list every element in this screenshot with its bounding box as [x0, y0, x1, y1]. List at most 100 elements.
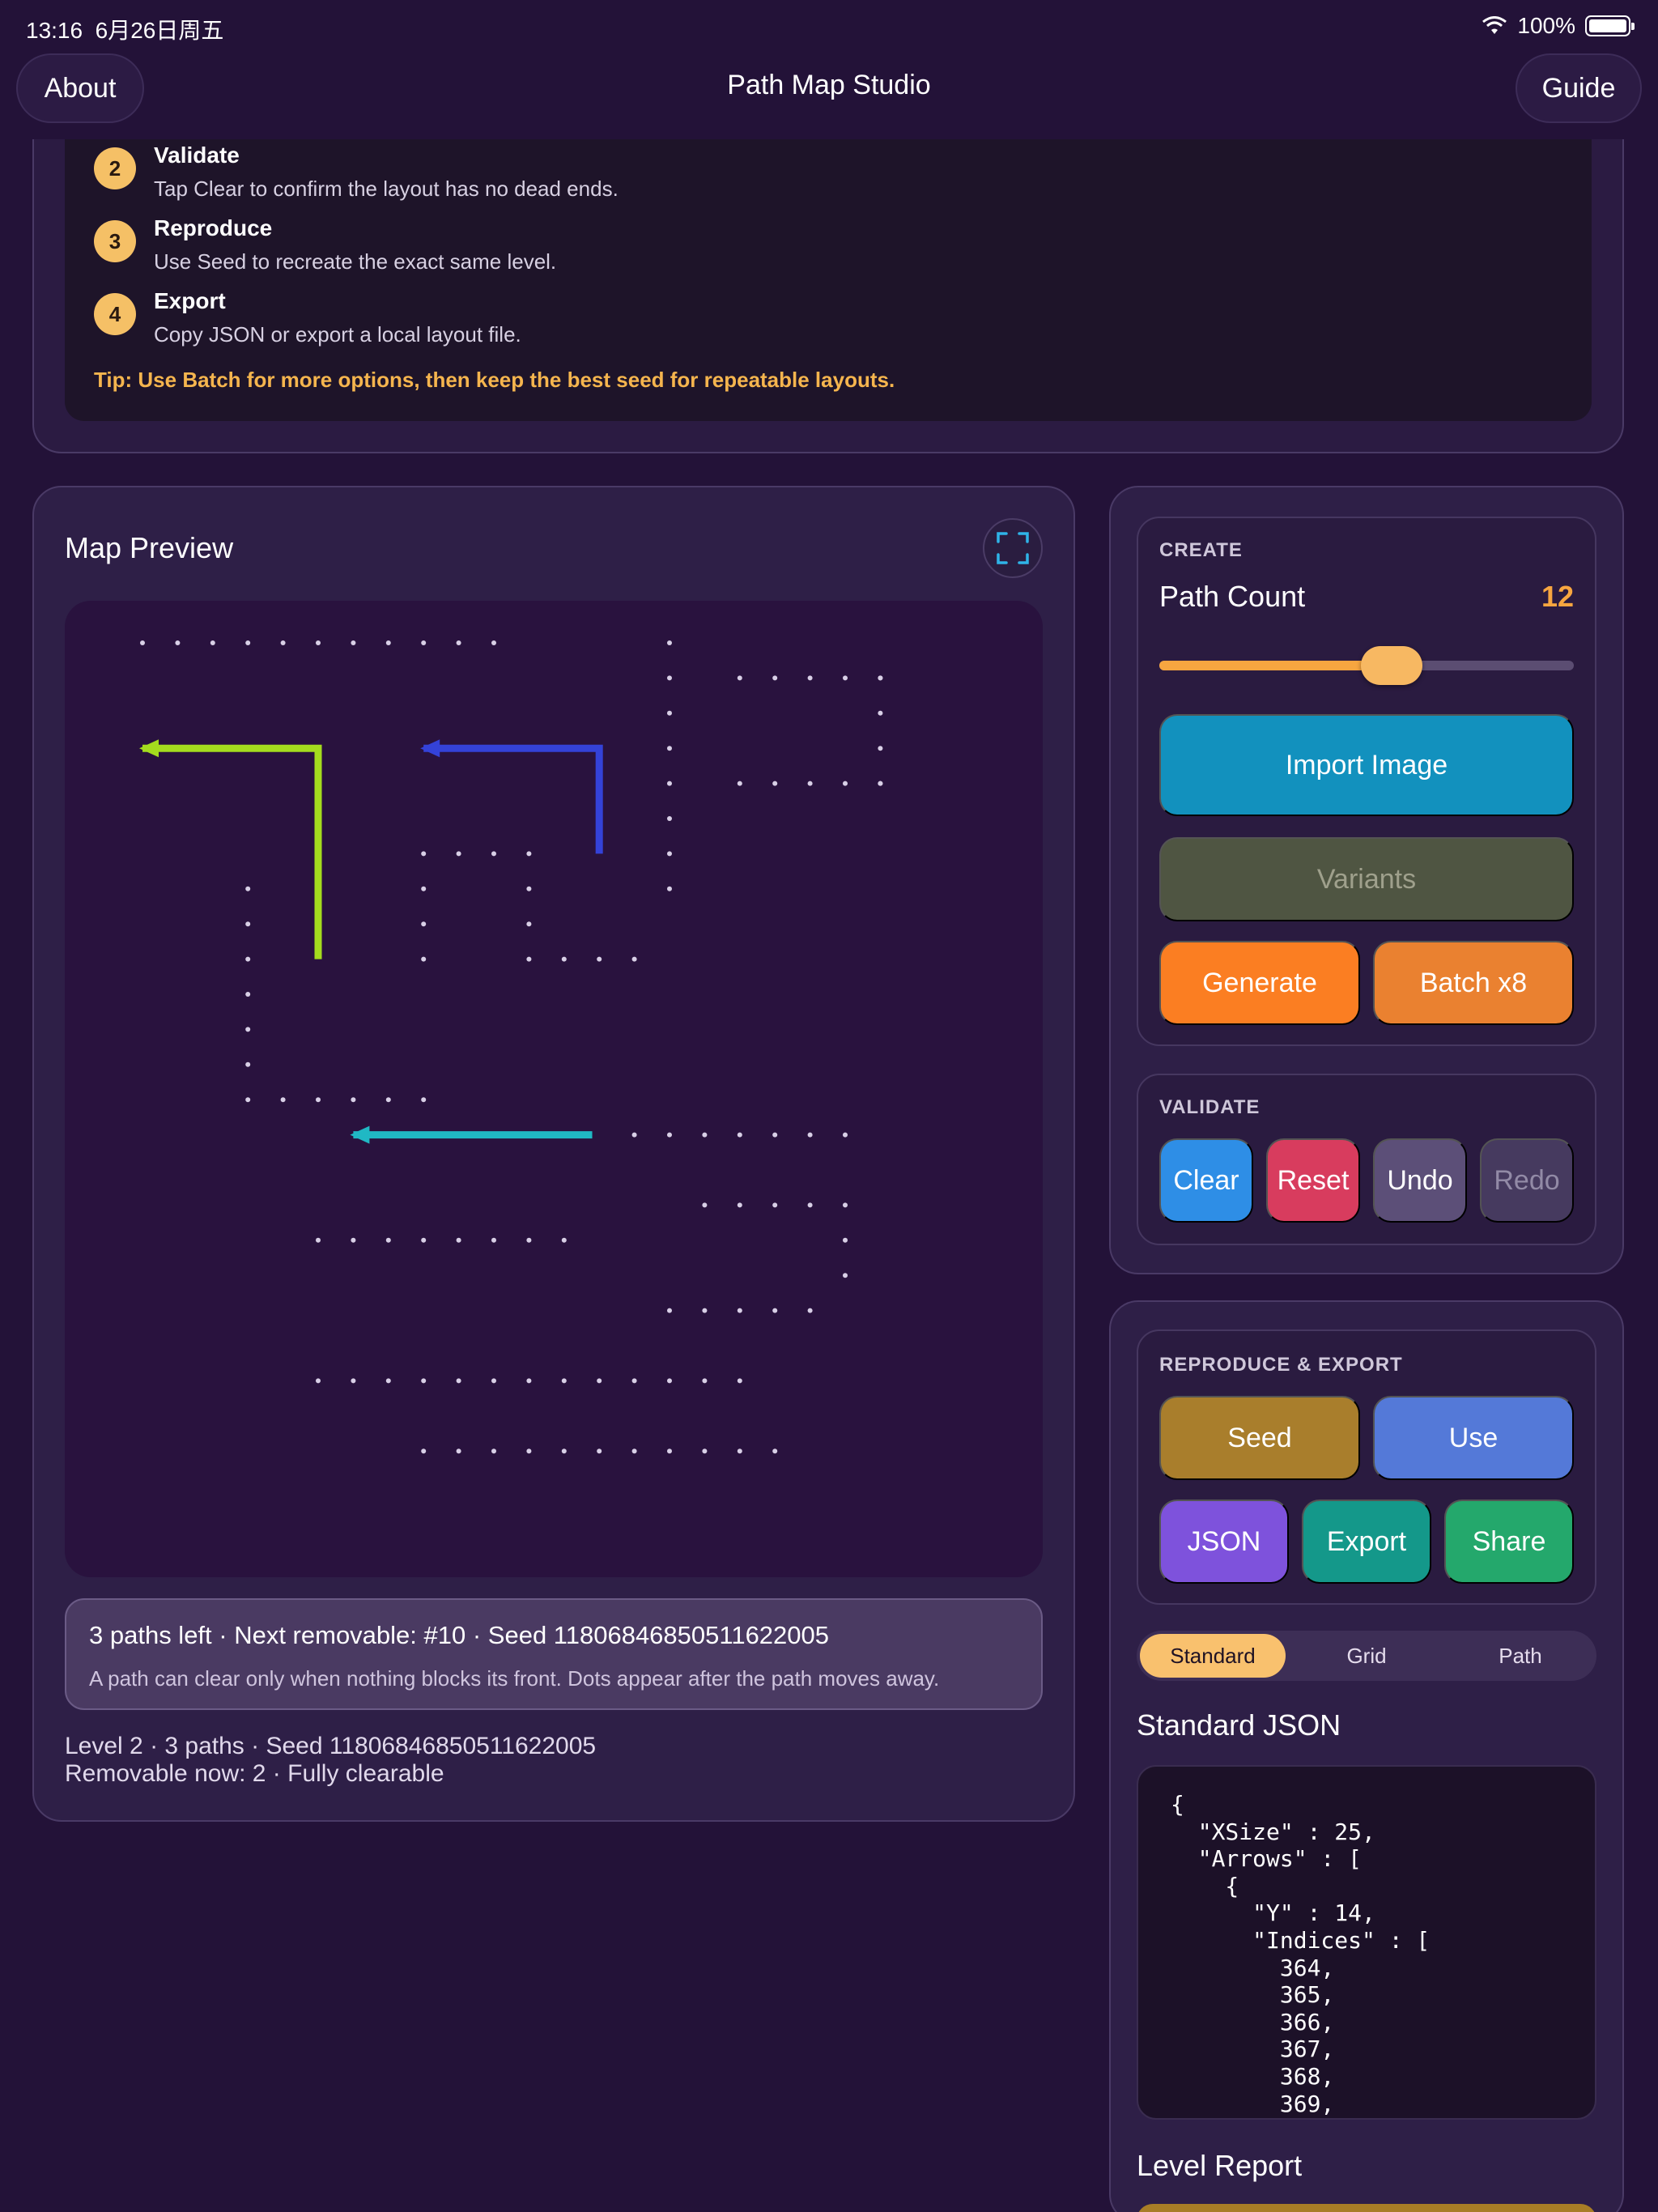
map-dot	[843, 1237, 848, 1243]
map-dot	[245, 1027, 251, 1032]
batch-button[interactable]: Batch x8	[1373, 941, 1574, 1025]
reset-button[interactable]: Reset	[1266, 1138, 1360, 1223]
map-dot	[737, 781, 742, 786]
map-dot	[737, 1308, 742, 1313]
map-dot	[421, 851, 427, 857]
map-dot	[667, 781, 672, 786]
reproduce-export-label: REPRODUCE & EXPORT	[1159, 1354, 1403, 1376]
map-dot	[385, 1237, 391, 1243]
export-button[interactable]: Export	[1302, 1499, 1431, 1584]
map-dot	[561, 956, 567, 962]
step-title: Reproduce	[154, 215, 273, 240]
map-status-hint: A path can clear only when nothing block…	[89, 1666, 940, 1691]
removable-summary: Removable now: 2 · Fully clearable	[65, 1760, 444, 1787]
path-arrow-blue[interactable]	[420, 739, 603, 854]
guide-button[interactable]: Guide	[1516, 53, 1642, 123]
wifi-icon	[1482, 16, 1507, 34]
variants-button[interactable]: Variants	[1159, 837, 1574, 921]
map-dot	[245, 1097, 251, 1103]
map-dot	[526, 886, 532, 891]
map-dot	[385, 640, 391, 645]
map-dot	[667, 1132, 672, 1138]
step-title: Export	[154, 288, 226, 313]
fullscreen-button[interactable]	[983, 518, 1043, 578]
guide-step-reproduce: 3 Reproduce Use Seed to recreate the exa…	[94, 215, 556, 274]
step-number: 2	[94, 147, 136, 189]
step-number: 3	[94, 220, 136, 262]
map-dot	[772, 781, 778, 786]
tab-grid[interactable]: Grid	[1294, 1634, 1439, 1678]
import-image-button[interactable]: Import Image	[1159, 714, 1574, 816]
map-dot	[316, 640, 321, 645]
map-dot	[702, 1308, 708, 1313]
json-button[interactable]: JSON	[1159, 1499, 1289, 1584]
map-dot	[351, 1097, 356, 1103]
guide-step-export: 4 Export Copy JSON or export a local lay…	[94, 288, 521, 347]
tab-path[interactable]: Path	[1448, 1634, 1593, 1678]
seed-button[interactable]: Seed	[1159, 1396, 1360, 1480]
path-count-label: Path Count	[1159, 580, 1306, 613]
validate-label: VALIDATE	[1159, 1096, 1261, 1118]
map-dot	[421, 1097, 427, 1103]
json-output-text: { "XSize" : 25, "Arrows" : [ { "Y" : 14,…	[1171, 1791, 1431, 2118]
map-dot	[491, 1237, 496, 1243]
map-dot	[737, 675, 742, 681]
clear-button[interactable]: Clear	[1159, 1138, 1253, 1223]
map-dot	[737, 1132, 742, 1138]
map-dot	[807, 1202, 813, 1208]
map-dot	[421, 886, 427, 891]
map-dot	[526, 1448, 532, 1454]
map-dot	[878, 710, 883, 716]
generate-button[interactable]: Generate	[1159, 941, 1360, 1025]
share-button[interactable]: Share	[1444, 1499, 1574, 1584]
map-dot	[561, 1378, 567, 1384]
map-dot	[385, 1097, 391, 1103]
redo-button[interactable]: Redo	[1480, 1138, 1574, 1223]
map-dot	[245, 921, 251, 927]
map-dot	[631, 1132, 637, 1138]
undo-button[interactable]: Undo	[1373, 1138, 1467, 1223]
map-dot	[491, 1378, 496, 1384]
map-dot	[385, 1378, 391, 1384]
map-dot	[667, 816, 672, 821]
guide-tip: Tip: Use Batch for more options, then ke…	[94, 368, 895, 392]
map-dot	[597, 1378, 602, 1384]
path-arrow-teal[interactable]	[350, 1125, 593, 1144]
app-title: Path Map Studio	[727, 70, 931, 100]
format-segmented-control: Standard Grid Path	[1137, 1631, 1596, 1681]
map-dot	[772, 1202, 778, 1208]
status-bar: 13:16 6月26日周五 100%	[0, 0, 1658, 50]
map-dot	[807, 781, 813, 786]
path-arrow-green[interactable]	[139, 739, 322, 959]
arrow-head-icon	[350, 1125, 370, 1144]
map-dot	[351, 1237, 356, 1243]
path-count-value: 12	[1541, 580, 1574, 613]
battery-icon	[1585, 15, 1635, 36]
map-dot	[245, 640, 251, 645]
map-dot	[667, 851, 672, 857]
map-preview-title: Map Preview	[65, 531, 234, 564]
step-title: Validate	[154, 143, 240, 168]
map-dot	[667, 1378, 672, 1384]
map-dot	[421, 1378, 427, 1384]
json-output-box[interactable]: { "XSize" : 25, "Arrows" : [ { "Y" : 14,…	[1137, 1765, 1596, 2120]
step-description: Copy JSON or export a local layout file.	[154, 322, 521, 347]
map-dot	[456, 1237, 461, 1243]
map-dot	[631, 1448, 637, 1454]
map-dot	[210, 640, 215, 645]
map-grid	[139, 640, 883, 1454]
map-dot	[667, 886, 672, 891]
tab-standard[interactable]: Standard	[1140, 1634, 1286, 1678]
use-seed-button[interactable]: Use	[1373, 1396, 1574, 1480]
map-dot	[667, 1448, 672, 1454]
arrow-head-icon	[420, 739, 440, 758]
map-dot	[316, 1237, 321, 1243]
map-dot	[843, 1202, 848, 1208]
map-dot	[843, 1273, 848, 1278]
map-dot	[526, 956, 532, 962]
path-count-slider-thumb[interactable]	[1360, 646, 1422, 685]
map-dot	[667, 675, 672, 681]
map-dot	[175, 640, 181, 645]
map-dot	[843, 675, 848, 681]
map-canvas[interactable]	[65, 601, 1043, 1577]
